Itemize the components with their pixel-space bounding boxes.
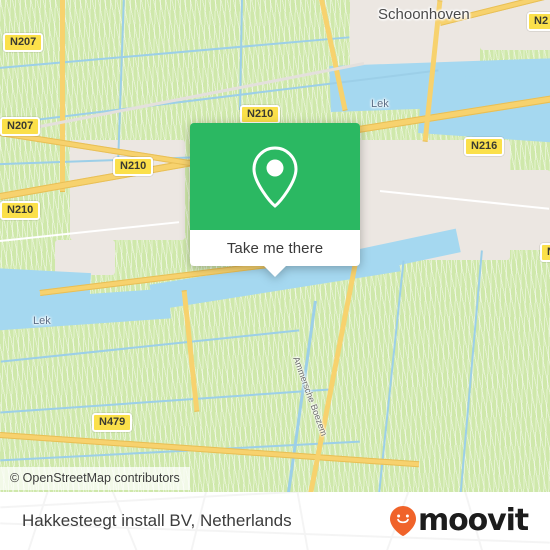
- location-callout-card[interactable]: Take me there: [190, 123, 360, 277]
- road-shield-n210[interactable]: N210: [240, 105, 281, 124]
- road-shield-n479[interactable]: N479: [92, 413, 133, 432]
- map-road-n207: [60, 0, 65, 192]
- road-shield-n2[interactable]: N2: [527, 12, 550, 31]
- road-shield-n210[interactable]: N210: [0, 201, 41, 220]
- map-place-label: Schoonhoven: [378, 6, 470, 23]
- map-water-label: Lek: [33, 315, 51, 327]
- road-shield-n207[interactable]: N207: [0, 117, 41, 136]
- location-title: Hakkesteegt install BV, Netherlands: [22, 511, 292, 530]
- callout-action-panel[interactable]: Take me there: [190, 230, 360, 277]
- road-shield-n[interactable]: N: [540, 243, 550, 262]
- road-shield-n210[interactable]: N210: [113, 157, 154, 176]
- map-urban-area: [55, 240, 115, 275]
- callout-pointer-tail: [264, 266, 286, 277]
- moovit-pin-icon: [389, 506, 416, 536]
- map-water-label: Lek: [371, 98, 389, 110]
- road-shield-n207[interactable]: N207: [3, 33, 44, 52]
- bottom-info-bar: Hakkesteegt install BV, Netherlands moov…: [0, 492, 550, 550]
- callout-icon-panel: [190, 123, 360, 230]
- osm-attribution[interactable]: © OpenStreetMap contributors: [0, 467, 190, 490]
- map-canvas[interactable]: Schoonhoven Lek Lek Ammersche Boezem N20…: [0, 0, 550, 492]
- map-screenshot: Schoonhoven Lek Lek Ammersche Boezem N20…: [0, 0, 550, 550]
- road-shield-n216[interactable]: N216: [464, 137, 505, 156]
- moovit-logo[interactable]: moovit: [389, 503, 529, 538]
- map-pin-icon: [252, 145, 298, 208]
- take-me-there-label: Take me there: [226, 239, 324, 257]
- moovit-wordmark: moovit: [417, 503, 529, 538]
